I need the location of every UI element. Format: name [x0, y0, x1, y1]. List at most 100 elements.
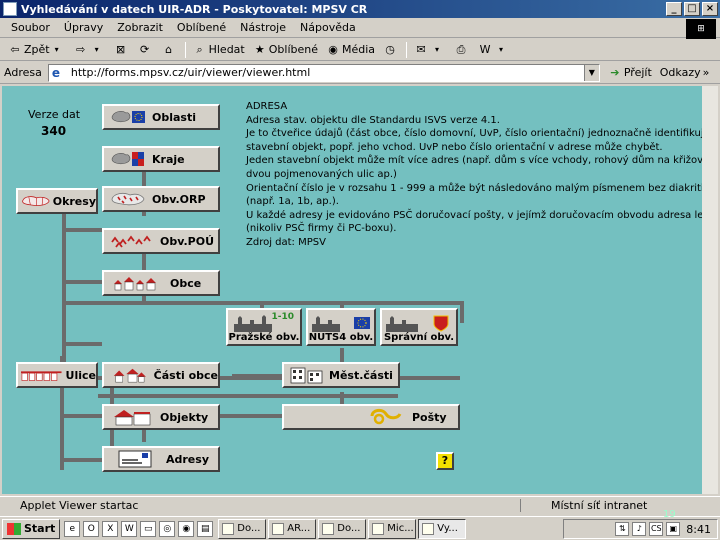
refresh-button[interactable]: ⟳ — [134, 43, 158, 57]
connector-line — [60, 458, 102, 462]
connector-line — [232, 374, 282, 378]
posty-button[interactable]: Pošty — [282, 404, 460, 430]
media-label: Média — [342, 43, 376, 56]
start-button[interactable]: Start — [2, 518, 61, 539]
street-houses-icon — [21, 371, 62, 381]
folder-quicklaunch-icon[interactable]: ▭ — [140, 520, 157, 537]
ie-quicklaunch-icon[interactable]: e — [64, 520, 81, 537]
connector-line — [60, 466, 64, 470]
casti-obce-button[interactable]: Části obce — [102, 362, 220, 388]
spravni-obv-button[interactable]: Správní obv. — [380, 308, 458, 346]
menu-zobrazit[interactable]: Zobrazit — [110, 21, 170, 34]
volume-icon[interactable]: ♪ — [632, 522, 647, 536]
kraje-button[interactable]: Kraje — [102, 146, 220, 172]
task-icon — [272, 522, 285, 535]
forward-button[interactable]: ⇨ ▾ — [70, 43, 110, 57]
go-button[interactable]: ➔ Přejít — [604, 66, 656, 80]
prague-badge: 1-10 — [271, 312, 294, 322]
ulice-button[interactable]: Ulice — [16, 362, 98, 388]
page-icon: e — [51, 65, 60, 80]
app-quicklaunch-icon[interactable]: ◎ — [159, 520, 176, 537]
network-icon[interactable]: ⇅ — [615, 522, 630, 536]
connector-line — [60, 388, 64, 468]
help-button[interactable]: ? — [436, 452, 454, 470]
back-arrow-icon: ⇦ — [10, 42, 20, 56]
stop-icon: ⊠ — [116, 42, 126, 56]
okresy-label: Okresy — [52, 194, 96, 208]
info-line: U každé adresy je evidováno PSČ doručova… — [246, 209, 702, 221]
obv-orp-button[interactable]: Obv.ORP — [102, 186, 220, 212]
close-button[interactable]: × — [702, 2, 718, 16]
task-label: Do... — [237, 523, 261, 534]
chevron-down-icon: ▾ — [499, 44, 504, 54]
outlook-quicklaunch-icon[interactable]: O — [83, 520, 100, 537]
connector-line — [62, 300, 66, 360]
taskbar-task[interactable]: Mic... — [368, 518, 417, 539]
mail-button[interactable]: ✉ ▾ — [410, 43, 450, 57]
language-icon[interactable]: CS — [649, 522, 664, 536]
taskbar-task[interactable]: Do... — [318, 518, 367, 539]
excel-quicklaunch-icon[interactable]: X — [102, 520, 119, 537]
city-district-icon — [290, 367, 323, 384]
taskbar-task[interactable]: Do... — [218, 518, 267, 539]
pou-map-icon — [111, 235, 151, 248]
browser-icon — [3, 2, 17, 16]
address-url: http://forms.mpsv.cz/uir/viewer/viewer.h… — [70, 66, 311, 79]
taskbar-task-active[interactable]: Vy... — [418, 518, 467, 539]
search-button[interactable]: ⌕ Hledat — [189, 43, 249, 57]
oblasti-button[interactable]: Oblasti — [102, 104, 220, 130]
prazske-obv-label: Pražské obv. — [228, 331, 300, 343]
home-button[interactable]: ⌂ — [158, 43, 182, 57]
prague-coat-of-arms-icon — [386, 315, 449, 332]
taskbar-task[interactable]: AR... — [268, 518, 317, 539]
media-button[interactable]: ◉ Média — [322, 43, 379, 57]
menu-bar: Soubor Úpravy Zobrazit Oblíbené Nástroje… — [0, 18, 720, 38]
search-icon: ⌕ — [196, 42, 203, 56]
app-quicklaunch-icon[interactable]: ◉ — [178, 520, 195, 537]
system-tray: ⇅ ♪ CS ▣ 8:41 — [563, 519, 718, 539]
address-dropdown-icon[interactable]: ▼ — [583, 64, 599, 81]
menu-soubor[interactable]: Soubor — [4, 21, 57, 34]
task-icon — [422, 522, 435, 535]
favorites-button[interactable]: ★ Oblíbené — [249, 43, 322, 57]
search-label: Hledat — [208, 43, 245, 56]
objekty-button[interactable]: Objekty — [102, 404, 220, 430]
links-button[interactable]: Odkazy » — [656, 66, 714, 79]
mest-casti-label: Měst.části — [329, 368, 393, 382]
nuts4-obv-label: NUTS4 obv. — [308, 331, 374, 343]
prazske-obv-button[interactable]: 1-10 Pražské obv. — [226, 308, 302, 346]
menu-oblibene[interactable]: Oblíbené — [170, 21, 233, 34]
history-button[interactable]: ◷ — [379, 43, 403, 57]
kraje-label: Kraje — [152, 152, 185, 166]
vertical-scrollbar[interactable] — [702, 86, 718, 494]
adresy-button[interactable]: Adresy — [102, 446, 220, 472]
address-input[interactable]: e http://forms.mpsv.cz/uir/viewer/viewer… — [47, 63, 600, 82]
obce-button[interactable]: Obce — [102, 270, 220, 296]
minimize-button[interactable]: _ — [666, 2, 682, 16]
window-titlebar: Vyhledávání v datech UIR-ADR - Poskytova… — [0, 0, 720, 18]
task-icon — [222, 522, 235, 535]
obv-pou-button[interactable]: Obv.POÚ — [102, 228, 220, 254]
chevron-right-icon: » — [702, 66, 710, 79]
chevron-down-icon: ▾ — [54, 44, 59, 54]
back-button[interactable]: ⇦ Zpět ▾ — [4, 43, 70, 57]
app-quicklaunch-icon[interactable]: ▤ — [197, 520, 214, 537]
menu-nastroje[interactable]: Nástroje — [233, 21, 293, 34]
chevron-down-icon: ▾ — [94, 44, 99, 54]
word-quicklaunch-icon[interactable]: W — [121, 520, 138, 537]
forward-arrow-icon: ⇨ — [76, 42, 86, 56]
edit-button[interactable]: W ▾ — [474, 43, 514, 57]
menu-upravy[interactable]: Úpravy — [57, 21, 110, 34]
nuts4-obv-button[interactable]: NUTS4 obv. — [306, 308, 376, 346]
maximize-button[interactable]: □ — [684, 2, 700, 16]
town-part-houses-icon — [113, 368, 146, 383]
slide-number: 19 — [663, 509, 676, 520]
stop-button[interactable]: ⊠ — [110, 43, 134, 57]
mest-casti-button[interactable]: Měst.části — [282, 362, 400, 388]
menu-napoveda[interactable]: Nápověda — [293, 21, 363, 34]
address-label: Adresa — [4, 66, 42, 79]
start-label: Start — [24, 522, 56, 535]
tray-app-icon[interactable]: ▣ — [666, 522, 681, 536]
okresy-button[interactable]: Okresy — [16, 188, 98, 214]
print-button[interactable]: ⎙ — [450, 43, 474, 57]
